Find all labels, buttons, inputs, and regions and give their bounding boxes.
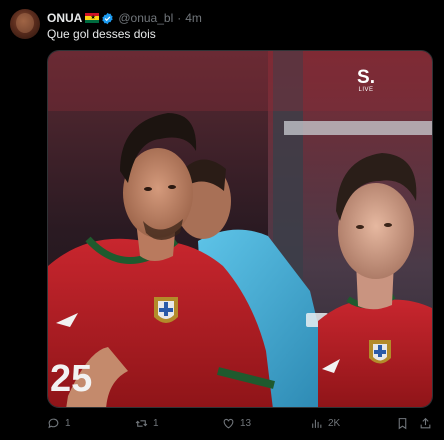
media-image[interactable]: 25 S. LIVE [47, 50, 433, 408]
author-name[interactable]: ONUA [47, 11, 82, 25]
share-button[interactable] [419, 417, 437, 430]
reply-icon [48, 418, 59, 429]
separator-dot: · [177, 11, 182, 25]
repost-count: 1 [153, 418, 159, 429]
views-count: 2K [328, 418, 341, 429]
tweet-text: Que gol desses dois [47, 27, 156, 41]
tweet[interactable]: ONUA ★ @onua_bl · 4m Que gol desses dois [0, 0, 444, 440]
share-icon [420, 417, 431, 429]
bookmark-button[interactable] [396, 417, 414, 430]
verified-badge-icon [102, 12, 113, 24]
like-button[interactable]: 13 [222, 417, 251, 430]
author-handle[interactable]: @onua_bl [118, 11, 173, 25]
svg-text:25: 25 [50, 358, 92, 400]
repost-button[interactable]: 1 [135, 417, 159, 430]
avatar[interactable] [10, 9, 40, 39]
tweet-header: ONUA ★ @onua_bl · 4m [47, 10, 202, 26]
bookmark-icon [398, 418, 407, 430]
broadcaster-logo: S. LIVE [354, 67, 378, 93]
timestamp[interactable]: 4m [185, 11, 202, 25]
photo-players: 25 [48, 51, 432, 407]
reply-count: 1 [65, 418, 71, 429]
ghana-flag-icon: ★ [85, 13, 100, 23]
action-bar: 1 1 13 2K [47, 417, 433, 433]
like-count: 13 [240, 418, 252, 429]
repost-icon [135, 420, 148, 427]
views-button[interactable]: 2K [310, 417, 340, 430]
views-icon [312, 419, 322, 428]
broadcaster-logo-text: S. [357, 67, 375, 88]
like-icon [223, 418, 234, 429]
reply-button[interactable]: 1 [47, 417, 71, 430]
